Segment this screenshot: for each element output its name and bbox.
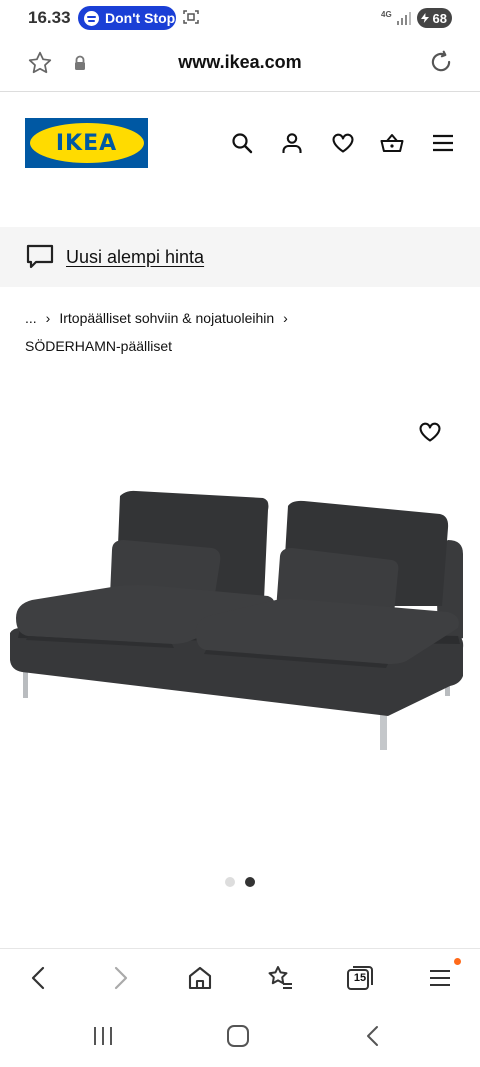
tabs-button[interactable]: 15 <box>346 964 374 992</box>
hamburger-menu-icon <box>430 970 450 986</box>
breadcrumb: ... › Irtopäälliset sohviin & nojatuoleihi… <box>25 304 465 360</box>
network-type: 4G <box>381 10 392 19</box>
promo-banner[interactable]: Uusi alempi hinta <box>0 227 480 287</box>
spotify-icon <box>84 10 99 26</box>
screenshot-icon <box>183 10 199 24</box>
breadcrumb-ellipsis[interactable]: ... <box>25 310 37 326</box>
add-to-wishlist-heart-icon[interactable] <box>418 420 442 444</box>
wishlist-heart-icon[interactable] <box>331 131 355 155</box>
recent-apps-icon[interactable] <box>92 1025 114 1047</box>
search-icon[interactable] <box>230 131 254 155</box>
battery-level: 68 <box>432 10 447 26</box>
home-icon[interactable] <box>186 964 214 992</box>
browser-bottom-toolbar: 15 <box>0 948 480 1006</box>
system-navigation-bar <box>0 1006 480 1067</box>
clock: 16.33 <box>28 8 71 27</box>
shopping-basket-icon[interactable] <box>380 131 404 155</box>
logo-text: IKEA <box>55 130 118 156</box>
carousel-dot[interactable] <box>225 877 235 887</box>
promo-link[interactable]: Uusi alempi hinta <box>66 247 204 268</box>
ikea-logo[interactable]: IKEA <box>25 118 148 168</box>
back-arrow-icon[interactable] <box>25 964 53 992</box>
refresh-icon[interactable] <box>428 49 454 75</box>
carousel-dots <box>0 877 480 887</box>
breadcrumb-category[interactable]: Irtopäälliset sohviin & nojatuoleihin <box>59 310 274 326</box>
browser-url-bar: www.ikea.com <box>0 36 480 92</box>
chat-bubble-icon <box>26 244 54 269</box>
notification-badge-dot <box>454 958 461 965</box>
product-image-carousel[interactable] <box>0 400 480 860</box>
chevron-right-icon: › <box>283 310 288 326</box>
status-bar: 16.33 Don't Stop 4G 68 <box>0 0 480 36</box>
chevron-right-icon: › <box>45 310 51 326</box>
carousel-dot-active[interactable] <box>245 877 255 887</box>
url-text[interactable]: www.ikea.com <box>0 52 480 73</box>
logo-oval: IKEA <box>29 123 144 163</box>
site-header: IKEA <box>0 92 480 227</box>
home-button-icon[interactable] <box>226 1025 250 1047</box>
tab-count: 15 <box>353 972 367 984</box>
notification-text: Don't Stop <box>105 10 176 26</box>
bookmarks-star-icon[interactable] <box>266 964 294 992</box>
system-back-icon[interactable] <box>364 1025 382 1047</box>
spotify-notification-pill[interactable]: Don't Stop <box>78 6 176 30</box>
forward-arrow-icon[interactable] <box>106 964 134 992</box>
account-icon[interactable] <box>280 131 304 155</box>
battery-indicator: 68 <box>417 8 452 28</box>
menu-icon[interactable] <box>431 131 455 155</box>
signal-icon <box>397 12 411 25</box>
browser-menu-button[interactable] <box>427 958 461 992</box>
sofa-product-image <box>10 490 464 750</box>
breadcrumb-current[interactable]: SÖDERHAMN-päälliset <box>25 338 172 354</box>
